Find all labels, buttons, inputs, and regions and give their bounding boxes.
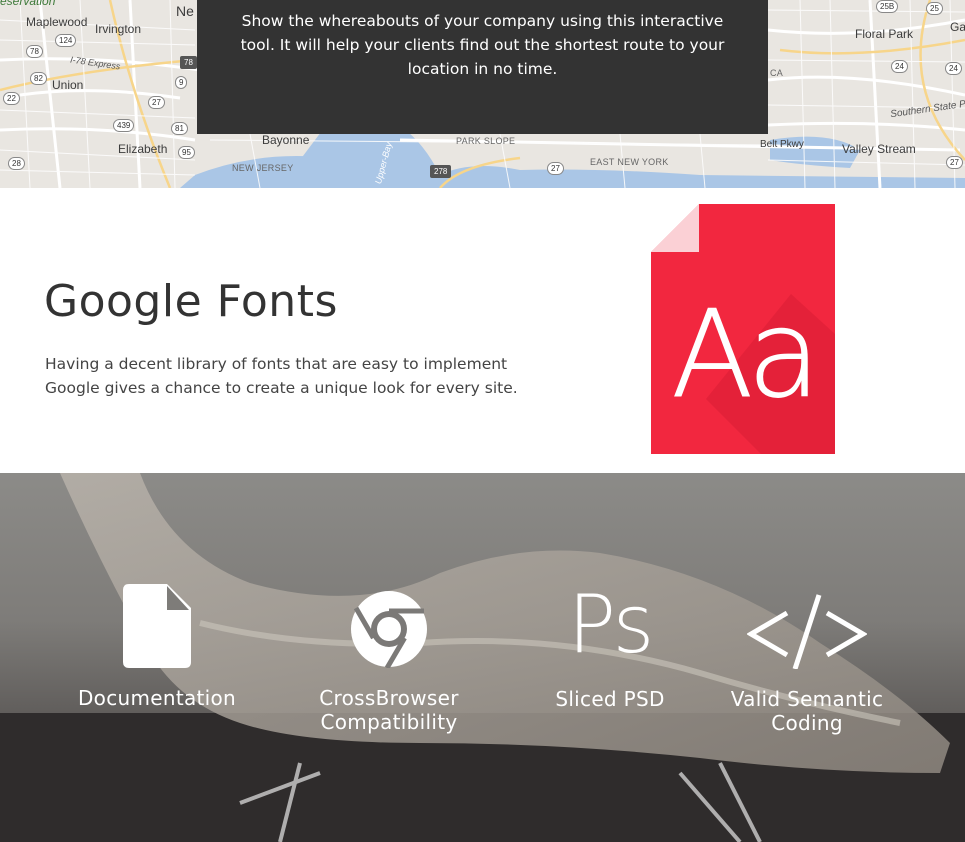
photoshop-icon: Ps xyxy=(567,578,655,671)
google-fonts-section: Google Fonts Having a decent library of … xyxy=(0,188,965,473)
feature-label-line2: Compatibility xyxy=(320,710,458,734)
feature-documentation[interactable]: Documentation xyxy=(62,584,252,710)
map-label-newark: Ne xyxy=(176,3,194,19)
map-label-belt-pkwy: Belt Pkwy xyxy=(760,139,804,150)
route-shield: 24 xyxy=(891,60,908,73)
route-shield: 28 xyxy=(8,157,25,170)
route-shield: 25B xyxy=(876,0,899,13)
map-label-irvington: Irvington xyxy=(95,22,142,36)
route-shield: 124 xyxy=(55,34,77,47)
route-shield: 22 xyxy=(3,92,20,105)
feature-label: Sliced PSD xyxy=(555,687,665,711)
route-shield: 82 xyxy=(30,72,47,85)
code-icon xyxy=(747,594,867,669)
location-map[interactable]: eservation Maplewood Irvington Ne Union … xyxy=(0,0,965,188)
map-label-valley-stream: Valley Stream xyxy=(842,142,916,156)
route-shield: 439 xyxy=(113,119,135,132)
map-info-card: Show the whereabouts of your company usi… xyxy=(197,0,768,134)
feature-label: Documentation xyxy=(77,686,237,710)
map-label-maplewood: Maplewood xyxy=(26,15,88,29)
route-shield: 81 xyxy=(171,122,188,135)
route-shield: 27 xyxy=(148,96,165,109)
route-shield: 27 xyxy=(547,162,564,175)
route-shield: 278 xyxy=(430,165,452,178)
section-title: Google Fonts xyxy=(44,276,338,327)
map-label-floral-park: Floral Park xyxy=(855,27,914,41)
feature-valid-coding[interactable]: Valid Semantic Coding xyxy=(712,591,902,735)
map-label-reservation: eservation xyxy=(0,0,56,8)
map-label-union: Union xyxy=(52,78,84,92)
map-label-new-jersey: NEW JERSEY xyxy=(232,163,294,173)
feature-label-line2: Coding xyxy=(771,711,843,735)
map-label-elizabeth: Elizabeth xyxy=(118,142,168,156)
document-icon xyxy=(123,584,191,668)
aa-glyph: Aa xyxy=(671,286,815,425)
route-shield: 27 xyxy=(946,156,963,169)
route-shield: 78 xyxy=(26,45,43,58)
map-label-east-new-york: EAST NEW YORK xyxy=(590,157,669,167)
route-shield: 95 xyxy=(178,146,195,159)
section-description: Having a decent library of fonts that ar… xyxy=(45,355,518,397)
route-shield: 78 xyxy=(180,56,197,69)
route-shield: 24 xyxy=(945,62,962,75)
map-label-ga: Ga xyxy=(950,20,965,34)
map-label-bayonne: Bayonne xyxy=(262,133,310,147)
feature-label-line1: CrossBrowser xyxy=(319,686,459,710)
route-shield: 25 xyxy=(926,2,943,15)
map-info-text: Show the whereabouts of your company usi… xyxy=(240,12,725,78)
map-label-park-slope: PARK SLOPE xyxy=(456,136,516,146)
map-label-ca: CA xyxy=(770,68,784,78)
feature-label-line1: Valid Semantic xyxy=(730,687,884,711)
google-fonts-icon: Aa xyxy=(651,204,835,454)
feature-sliced-psd[interactable]: Ps Sliced PSD xyxy=(515,578,705,712)
feature-crossbrowser[interactable]: CrossBrowser Compatibility xyxy=(294,590,484,734)
features-section: Documentation CrossBrowser Compatibility… xyxy=(0,473,965,842)
chrome-icon xyxy=(351,591,427,668)
